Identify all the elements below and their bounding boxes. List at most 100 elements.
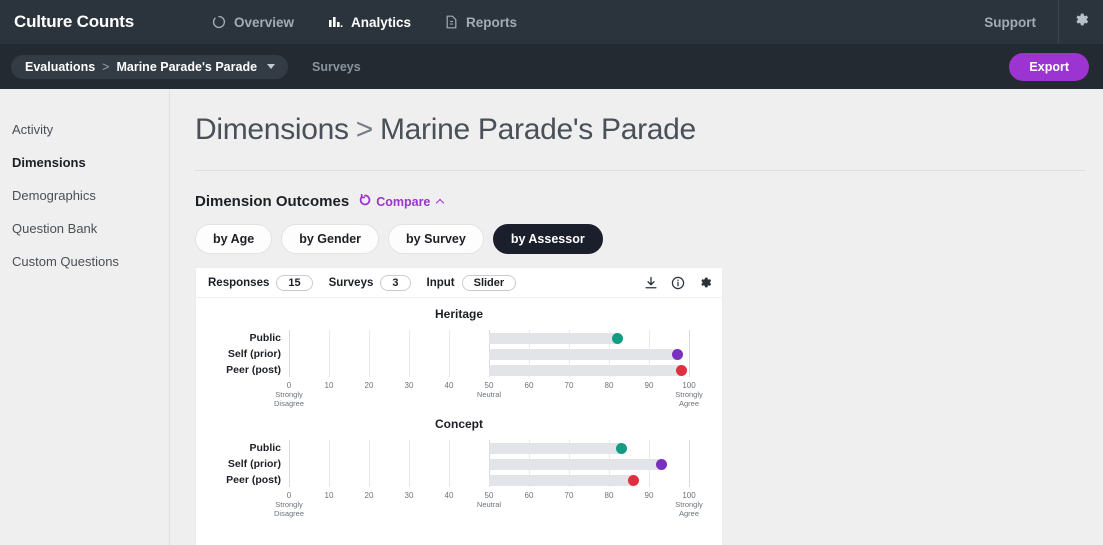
- circle-loading-icon: [212, 15, 226, 29]
- bar-chart-icon: [328, 15, 343, 29]
- value-dot[interactable]: [611, 333, 623, 344]
- gridline: [409, 330, 410, 377]
- x-tick-label: 50: [484, 381, 494, 390]
- info-icon[interactable]: [671, 276, 685, 290]
- page-title-current: Marine Parade's Parade: [379, 113, 696, 146]
- breadcrumb-separator: >: [102, 59, 110, 74]
- gridline: [369, 330, 370, 377]
- export-button[interactable]: Export: [1009, 52, 1089, 81]
- value-dot[interactable]: [615, 443, 627, 454]
- x-tick-label: 0: [286, 381, 292, 390]
- chevron-up-icon[interactable]: [436, 198, 445, 207]
- responses-label: Responses: [208, 276, 270, 289]
- row-label: Peer (post): [226, 364, 281, 376]
- plot-area: Public Self (prior) Peer (post) 0 Strongly Di…: [196, 330, 722, 408]
- tab-by-gender[interactable]: by Gender: [281, 224, 380, 254]
- breadcrumb-bar: Evaluations > Marine Parade's Parade Sur…: [0, 44, 1103, 89]
- row-label: Self (prior): [227, 458, 281, 470]
- settings-button[interactable]: [1059, 0, 1103, 44]
- primary-nav-links: Overview Analytics Reports: [212, 15, 551, 30]
- value-dot[interactable]: [675, 365, 687, 376]
- input-label: Input: [426, 276, 455, 289]
- value-bar: [489, 475, 633, 486]
- x-tick-label: 90: [644, 381, 654, 390]
- sidebar-item-question-bank[interactable]: Question Bank: [0, 212, 169, 245]
- row-label: Self (prior): [227, 348, 281, 360]
- x-tick-label: 100: [682, 491, 696, 500]
- value-dot[interactable]: [655, 459, 667, 470]
- chart-title: Concept: [435, 417, 483, 431]
- value-bar: [489, 459, 661, 470]
- x-tick-label: 40: [444, 381, 454, 390]
- page-body: Activity Dimensions Demographics Questio…: [0, 89, 1103, 545]
- gridline: [369, 440, 370, 487]
- value-dot[interactable]: [627, 475, 639, 486]
- nav-link-reports[interactable]: Reports: [445, 15, 517, 30]
- sidebar-item-demographics[interactable]: Demographics: [0, 179, 169, 212]
- x-tick-label: 80: [604, 381, 614, 390]
- sidebar: Activity Dimensions Demographics Questio…: [0, 89, 170, 545]
- tab-by-survey[interactable]: by Survey: [388, 224, 484, 254]
- x-tick-label: 80: [604, 491, 614, 500]
- chart-title: Heritage: [434, 307, 484, 321]
- download-icon[interactable]: [644, 276, 658, 290]
- x-tick-sublabel: Strongly Agree: [675, 390, 703, 408]
- chart-concept: Concept Public Self (prior) Peer (post) 0 Str…: [196, 408, 722, 518]
- tab-surveys[interactable]: Surveys: [312, 60, 361, 74]
- dimension-outcomes-card: Responses 15 Surveys 3 Input Slider Heri…: [195, 267, 723, 545]
- input-value: Slider: [461, 274, 517, 291]
- sidebar-item-activity[interactable]: Activity: [0, 113, 169, 146]
- x-tick-label: 50: [484, 491, 494, 500]
- title-divider: [195, 170, 1085, 171]
- row-label: Peer (post): [226, 474, 281, 486]
- row-label: Public: [249, 442, 281, 454]
- sidebar-item-custom-questions[interactable]: Custom Questions: [0, 245, 169, 278]
- responses-value: 15: [276, 274, 313, 291]
- gear-icon[interactable]: [698, 275, 713, 290]
- section-title: Dimension Outcomes: [195, 193, 350, 210]
- breadcrumb-root[interactable]: Evaluations: [25, 60, 95, 74]
- x-tick-label: 70: [564, 381, 574, 390]
- x-tick-sublabel: Strongly Agree: [675, 500, 703, 518]
- value-dot[interactable]: [671, 349, 683, 360]
- gridline: [689, 440, 690, 487]
- row-label: Public: [249, 332, 281, 344]
- x-tick-label: 0: [286, 491, 292, 500]
- breadcrumb[interactable]: Evaluations > Marine Parade's Parade: [11, 54, 289, 79]
- chevron-down-icon[interactable]: [267, 64, 276, 69]
- x-tick-sublabel: Strongly Disagree: [273, 390, 304, 408]
- x-tick-sublabel: Neutral: [476, 390, 502, 399]
- top-navigation-bar: Culture Counts Overview Analytics Report…: [0, 0, 1103, 44]
- support-link[interactable]: Support: [984, 15, 1058, 30]
- gridline: [289, 440, 290, 487]
- nav-link-analytics[interactable]: Analytics: [328, 15, 411, 30]
- x-tick-label: 30: [404, 381, 414, 390]
- gridline: [449, 440, 450, 487]
- card-toolbar-icons: [644, 275, 713, 290]
- x-tick-label: 70: [564, 491, 574, 500]
- x-tick-label: 20: [364, 491, 374, 500]
- x-tick-label: 100: [682, 381, 696, 390]
- x-tick-label: 30: [404, 491, 414, 500]
- card-toolbar: Responses 15 Surveys 3 Input Slider: [196, 268, 722, 298]
- nav-link-overview-label: Overview: [233, 14, 295, 30]
- main-content: Dimensions > Marine Parade's Parade Dimens…: [170, 89, 1103, 545]
- x-tick-label: 40: [444, 491, 454, 500]
- value-bar: [489, 365, 681, 376]
- x-tick-label: 60: [524, 381, 534, 390]
- section-header: Dimension Outcomes Compare: [195, 193, 1103, 210]
- charts-container: Heritage Public Self (prior) Peer (post) 0 St…: [196, 298, 722, 518]
- value-bar: [489, 443, 621, 454]
- chart-heritage: Heritage Public Self (prior) Peer (post) 0 St…: [196, 298, 722, 408]
- plot-area: Public Self (prior) Peer (post) 0 Strongly Di…: [196, 440, 722, 518]
- tab-by-assessor[interactable]: by Assessor: [492, 224, 603, 254]
- app-brand-logo: Culture Counts: [14, 12, 134, 31]
- tab-by-age[interactable]: by Age: [195, 224, 273, 254]
- x-tick-label: 20: [364, 381, 374, 390]
- page-title-separator: >: [355, 113, 374, 146]
- gridline: [329, 440, 330, 487]
- sidebar-item-dimensions[interactable]: Dimensions: [0, 146, 169, 179]
- gridline: [409, 440, 410, 487]
- compare-toggle[interactable]: Compare: [359, 193, 445, 209]
- nav-link-overview[interactable]: Overview: [212, 15, 294, 30]
